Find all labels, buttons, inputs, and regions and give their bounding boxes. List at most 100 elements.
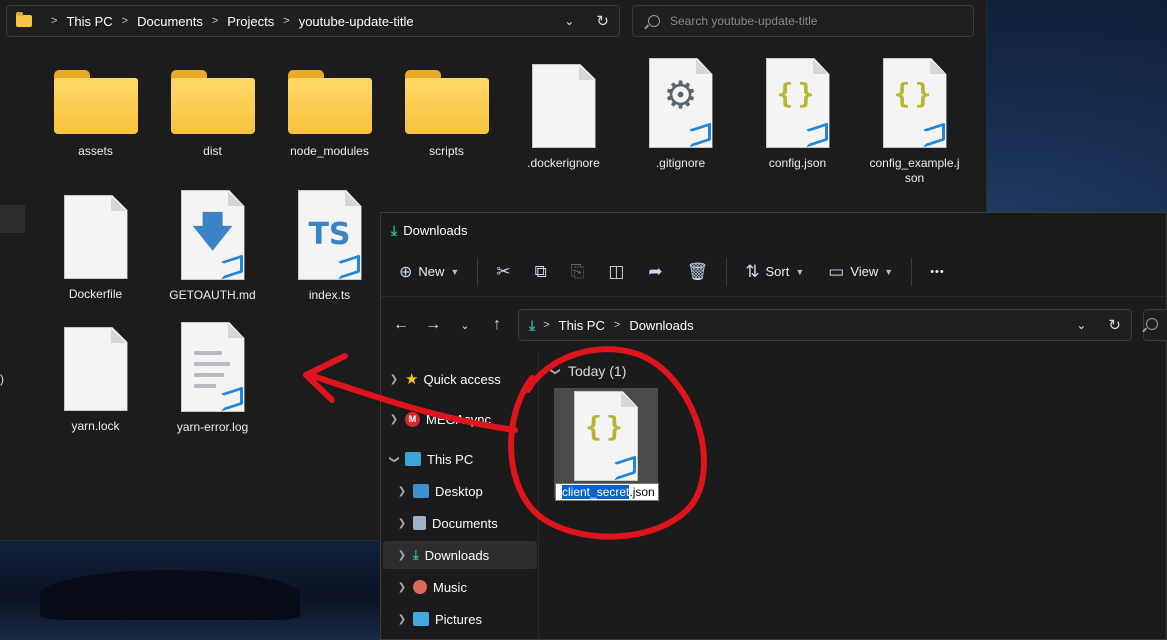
chevron-down-icon[interactable]: ⌄ bbox=[1076, 318, 1086, 332]
vscode-icon bbox=[688, 123, 706, 141]
file-tile-yarn-error-log[interactable]: yarn-error.log bbox=[160, 322, 265, 435]
breadcrumb-downloads[interactable]: Downloads bbox=[629, 318, 693, 333]
trash-icon: 🗑 bbox=[686, 261, 709, 281]
nav-pane-selected-item[interactable] bbox=[0, 205, 25, 233]
file-tile-getoauth-md[interactable]: 🡇 GETOAUTH.md bbox=[160, 190, 265, 303]
paste-button[interactable]: ⎘ bbox=[559, 247, 597, 296]
more-icon: ••• bbox=[930, 265, 945, 278]
download-icon: ⤓ bbox=[529, 316, 536, 333]
rename-button[interactable]: ◫ bbox=[596, 247, 636, 296]
chevron-right-icon: > bbox=[543, 319, 550, 331]
file-tile-dist[interactable]: dist bbox=[160, 70, 265, 159]
view-icon: ▭ bbox=[828, 261, 845, 281]
breadcrumb-projects[interactable]: Projects bbox=[227, 14, 274, 29]
sidebar-item-documents[interactable]: ❯ Documents bbox=[383, 509, 537, 537]
chevron-down-icon: ▼ bbox=[450, 266, 460, 277]
scissors-icon: ✂ bbox=[496, 261, 511, 281]
log-file-icon bbox=[180, 322, 245, 412]
breadcrumb-documents[interactable]: Documents bbox=[137, 14, 203, 29]
sidebar-item-this-pc[interactable]: ❯ This PC bbox=[383, 445, 537, 473]
file-tile-assets[interactable]: assets bbox=[43, 70, 148, 159]
address-bar[interactable]: ⤓ > This PC > Downloads ⌄ ↻ bbox=[518, 309, 1132, 341]
sidebar-item-desktop[interactable]: ❯ Desktop bbox=[383, 477, 537, 505]
delete-button[interactable]: 🗑 bbox=[675, 247, 721, 296]
download-icon: ⤓ bbox=[413, 547, 419, 562]
sidebar-item-downloads[interactable]: ❯ ⤓ Downloads bbox=[383, 541, 537, 569]
chevron-right-icon: ❯ bbox=[397, 517, 407, 529]
rename-input[interactable]: client_secret .json bbox=[555, 483, 659, 501]
vscode-icon bbox=[220, 255, 238, 273]
window-title: Downloads bbox=[403, 222, 468, 238]
computer-icon bbox=[405, 452, 421, 466]
sidebar-item-megasync[interactable]: ❯ M MEGAsync bbox=[383, 405, 537, 433]
chevron-right-icon: > bbox=[613, 319, 621, 331]
vscode-icon bbox=[922, 123, 940, 141]
forward-button[interactable]: → bbox=[417, 316, 449, 334]
file-tile-yarn-lock[interactable]: yarn.lock bbox=[43, 327, 148, 434]
file-tile-index-ts[interactable]: TS index.ts bbox=[277, 190, 382, 303]
chevron-right-icon: ❯ bbox=[397, 581, 407, 593]
search-box[interactable]: Search youtube-update-title bbox=[632, 5, 974, 37]
file-tile-scripts[interactable]: scripts bbox=[394, 70, 499, 159]
pictures-icon bbox=[413, 612, 429, 626]
chevron-right-icon: > bbox=[211, 15, 219, 27]
cut-button[interactable]: ✂ bbox=[484, 247, 522, 296]
share-icon: ➦ bbox=[648, 261, 663, 281]
sidebar-item-quick-access[interactable]: ❯ ★ Quick access bbox=[383, 365, 537, 393]
copy-button[interactable]: ⧉ bbox=[523, 247, 559, 296]
up-button[interactable]: ↑ bbox=[481, 316, 513, 334]
file-tile-dockerignore[interactable]: .dockerignore bbox=[511, 64, 616, 171]
breadcrumb-this-pc[interactable]: This PC bbox=[559, 318, 605, 333]
chevron-right-icon: > bbox=[51, 15, 58, 27]
group-header-today[interactable]: ❯ Today (1) bbox=[548, 363, 627, 379]
new-button[interactable]: ⊕ New ▼ bbox=[381, 247, 471, 296]
sort-button[interactable]: ⇅ Sort ▼ bbox=[733, 247, 816, 296]
file-tile-client-secret[interactable]: {} bbox=[554, 388, 658, 498]
json-file-icon: {} bbox=[882, 58, 947, 148]
chevron-down-icon: ❯ bbox=[388, 454, 400, 464]
search-box[interactable] bbox=[1143, 309, 1167, 341]
sidebar-item-music[interactable]: ❯ Music bbox=[383, 573, 537, 601]
vscode-icon bbox=[805, 123, 823, 141]
documents-icon bbox=[413, 516, 426, 530]
refresh-icon[interactable]: ↻ bbox=[596, 12, 609, 30]
sort-icon: ⇅ bbox=[745, 261, 760, 281]
file-tile-gitignore[interactable]: ⚙ .gitignore bbox=[628, 58, 733, 171]
chevron-down-icon: ▼ bbox=[795, 266, 805, 277]
command-bar: ⊕ New ▼ ✂ ⧉ ⎘ ◫ ➦ 🗑 ⇅ Sort ▼ ▭ View ▼ ••… bbox=[381, 247, 1166, 297]
back-button[interactable]: ← bbox=[385, 316, 417, 334]
address-bar[interactable]: > This PC > Documents > Projects > youtu… bbox=[6, 5, 620, 37]
chevron-down-icon: ❯ bbox=[549, 366, 561, 376]
title-bar[interactable]: ⤓ Downloads bbox=[381, 213, 1166, 247]
chevron-down-icon[interactable]: ⌄ bbox=[564, 14, 574, 28]
refresh-icon[interactable]: ↻ bbox=[1108, 316, 1121, 334]
vscode-icon bbox=[220, 387, 238, 405]
blank-file-icon bbox=[63, 195, 128, 279]
more-options-button[interactable]: ••• bbox=[918, 247, 957, 296]
breadcrumb-current-folder[interactable]: youtube-update-title bbox=[299, 14, 414, 29]
file-tile-dockerfile[interactable]: Dockerfile bbox=[43, 195, 148, 302]
folder-icon bbox=[53, 70, 138, 134]
share-button[interactable]: ➦ bbox=[636, 247, 674, 296]
file-tile-config-example-json[interactable]: {} config_example.j son bbox=[862, 58, 967, 186]
view-button[interactable]: ▭ View ▼ bbox=[816, 247, 905, 296]
chevron-right-icon: > bbox=[121, 15, 129, 27]
file-list: ❯ Today (1) {} client_secret .json bbox=[540, 353, 1166, 639]
rename-icon: ◫ bbox=[608, 261, 625, 281]
recent-locations-button[interactable]: ⌄ bbox=[449, 319, 481, 332]
chevron-right-icon: ❯ bbox=[397, 613, 407, 625]
gear-file-icon: ⚙ bbox=[648, 58, 713, 148]
vscode-icon bbox=[613, 456, 631, 474]
search-placeholder: Search youtube-update-title bbox=[670, 14, 818, 28]
desktop-wallpaper bbox=[0, 540, 390, 640]
file-tile-config-json[interactable]: {} config.json bbox=[745, 58, 850, 171]
breadcrumb-this-pc[interactable]: This PC bbox=[66, 14, 112, 29]
mega-icon: M bbox=[405, 411, 420, 427]
search-icon bbox=[648, 15, 660, 27]
nav-pane-text-fragment: ) bbox=[0, 372, 4, 386]
sidebar-item-pictures[interactable]: ❯ Pictures bbox=[383, 605, 537, 633]
star-icon: ★ bbox=[405, 371, 419, 388]
folder-icon bbox=[287, 70, 372, 134]
file-tile-node-modules[interactable]: node_modules bbox=[277, 70, 382, 159]
desktop-icon bbox=[413, 484, 429, 498]
